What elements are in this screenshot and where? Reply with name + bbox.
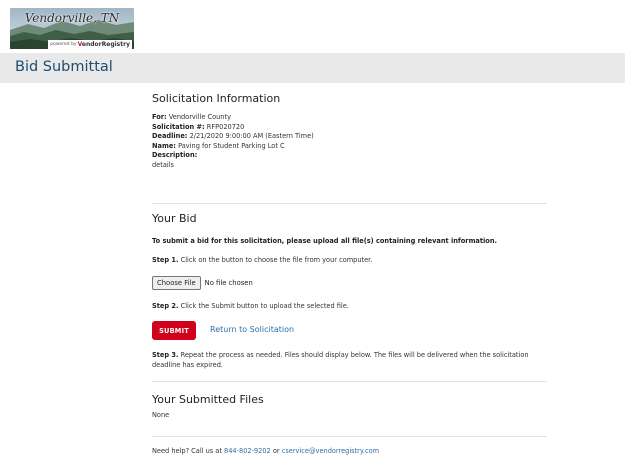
file-input[interactable]: Choose File No file chosen	[152, 276, 253, 290]
file-status: No file chosen	[204, 279, 253, 287]
help-text: Need help? Call us at 844-802-9202 or cs…	[152, 447, 379, 455]
step-2-text: Click the Submit button to upload the se…	[180, 302, 349, 310]
step-1-label: Step 1.	[152, 256, 179, 264]
logo-title: Vendorville, TN	[24, 11, 120, 25]
page-title: Bid Submittal	[15, 59, 113, 75]
divider	[152, 381, 547, 382]
solicitation-number-label: Solicitation #:	[152, 122, 205, 131]
solicitation-number-value: RFP020720	[206, 122, 245, 131]
submitted-files-heading: Your Submitted Files	[152, 393, 264, 406]
submit-button[interactable]: SUBMIT	[152, 321, 196, 340]
step-1-text: Click on the button to choose the file f…	[180, 256, 373, 264]
deadline-row: Deadline: 2/21/2020 9:00:00 AM (Eastern …	[152, 132, 547, 142]
powered-by-badge: powered by VendorRegistry	[48, 40, 132, 49]
for-value: Vendorville County	[168, 113, 231, 121]
solicitation-details: For: Vendorville County Solicitation #: …	[152, 113, 547, 171]
for-label: For:	[152, 113, 167, 121]
step-3-label: Step 3.	[152, 351, 179, 359]
return-to-solicitation-link[interactable]: Return to Solicitation	[210, 325, 294, 334]
your-bid-heading: Your Bid	[152, 212, 197, 225]
powered-by-text: powered by	[50, 42, 77, 47]
phone-link[interactable]: 844-802-9202	[224, 447, 271, 455]
bid-instructions: To submit a bid for this solicitation, p…	[152, 237, 498, 245]
logo: Vendorville, TN powered by VendorRegistr…	[10, 8, 134, 49]
description-value: details	[152, 160, 174, 169]
brand-rest: endorRegistry	[81, 41, 130, 48]
divider	[152, 203, 547, 204]
description-label: Description:	[152, 151, 198, 160]
choose-file-button[interactable]: Choose File	[152, 276, 201, 290]
help-prefix: Need help? Call us at	[152, 447, 222, 455]
for-row: For: Vendorville County	[152, 113, 547, 123]
description-row: Description:	[152, 151, 547, 161]
help-or: or	[272, 447, 280, 455]
name-row: Name: Paving for Student Parking Lot C	[152, 142, 547, 152]
submitted-files-empty: None	[152, 411, 170, 419]
main-content: Solicitation Information For: Vendorvill…	[152, 92, 547, 455]
solicitation-number-row: Solicitation #: RFP020720	[152, 123, 547, 133]
step-3: Step 3. Repeat the process as needed. Fi…	[152, 351, 547, 370]
deadline-value: 2/21/2020 9:00:00 AM (Eastern Time)	[189, 132, 314, 141]
step-1: Step 1. Click on the button to choose th…	[152, 256, 372, 266]
solicitation-heading: Solicitation Information	[152, 92, 281, 105]
step-2-label: Step 2.	[152, 302, 179, 310]
brand-name: VendorRegistry	[78, 41, 130, 48]
name-label: Name:	[152, 141, 176, 150]
page-banner: Bid Submittal	[0, 53, 625, 83]
name-value: Paving for Student Parking Lot C	[178, 141, 285, 150]
email-link[interactable]: cservice@vendorregistry.com	[282, 447, 379, 455]
deadline-label: Deadline:	[152, 132, 188, 141]
divider	[152, 436, 547, 437]
step-3-text: Repeat the process as needed. Files shou…	[152, 351, 529, 369]
step-2: Step 2. Click the Submit button to uploa…	[152, 302, 349, 312]
